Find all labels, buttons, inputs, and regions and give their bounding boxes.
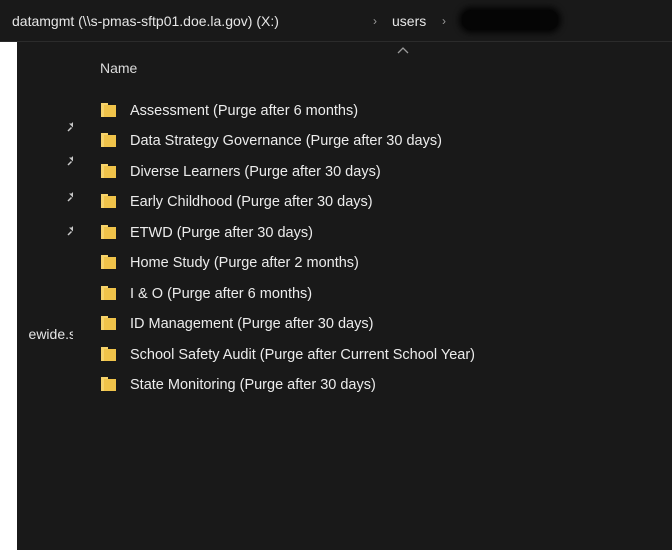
nav-item-partial[interactable]: ewide.s bbox=[0, 326, 73, 342]
folder-row[interactable]: Assessment (Purge after 6 months) bbox=[99, 98, 659, 124]
column-header-name[interactable]: Name bbox=[100, 60, 137, 76]
nav-item-partial-label: ewide.s bbox=[28, 326, 73, 342]
folder-row[interactable]: Diverse Learners (Purge after 30 days) bbox=[99, 159, 659, 185]
folder-row[interactable]: Home Study (Purge after 2 months) bbox=[99, 250, 659, 276]
folder-icon bbox=[101, 164, 116, 178]
folder-name: Assessment (Purge after 6 months) bbox=[130, 103, 359, 119]
breadcrumb-separator-chevron-icon[interactable]: › bbox=[442, 13, 446, 29]
screenshot: datamgmt (\\s-pmas-sftp01.doe.la.gov) (X… bbox=[0, 0, 672, 550]
navigation-pane bbox=[17, 42, 80, 550]
folder-name: Home Study (Purge after 2 months) bbox=[130, 255, 359, 271]
folder-icon bbox=[101, 316, 116, 330]
folder-icon bbox=[101, 347, 116, 361]
folder-name: ID Management (Purge after 30 days) bbox=[130, 316, 374, 332]
redacted-breadcrumb bbox=[462, 10, 558, 30]
folder-name: State Monitoring (Purge after 30 days) bbox=[130, 377, 376, 393]
folder-icon bbox=[101, 377, 116, 391]
folder-icon bbox=[101, 194, 116, 208]
folder-row[interactable]: School Safety Audit (Purge after Current… bbox=[99, 342, 659, 368]
breadcrumb-users[interactable]: users bbox=[392, 13, 426, 29]
folder-icon bbox=[101, 225, 116, 239]
file-list-pane: Name Assessment (Purge after 6 months) D… bbox=[73, 42, 672, 550]
folder-icon bbox=[101, 255, 116, 269]
file-explorer-window: datamgmt (\\s-pmas-sftp01.doe.la.gov) (X… bbox=[0, 0, 672, 550]
folder-row[interactable]: ID Management (Purge after 30 days) bbox=[99, 311, 659, 337]
folder-row[interactable]: State Monitoring (Purge after 30 days) bbox=[99, 372, 659, 398]
folder-row[interactable]: Data Strategy Governance (Purge after 30… bbox=[99, 128, 659, 154]
folder-row[interactable]: ETWD (Purge after 30 days) bbox=[99, 220, 659, 246]
folder-row[interactable]: Early Childhood (Purge after 30 days) bbox=[99, 189, 659, 215]
breadcrumb-separator-chevron-icon[interactable]: › bbox=[373, 13, 377, 29]
chevron-up-icon bbox=[397, 47, 409, 54]
folder-row[interactable]: I & O (Purge after 6 months) bbox=[99, 281, 659, 307]
folder-icon bbox=[101, 103, 116, 117]
nav-pane-edge bbox=[0, 42, 17, 550]
breadcrumb-drive[interactable]: datamgmt (\\s-pmas-sftp01.doe.la.gov) (X… bbox=[12, 13, 279, 29]
address-bar[interactable]: datamgmt (\\s-pmas-sftp01.doe.la.gov) (X… bbox=[0, 0, 672, 42]
folder-name: School Safety Audit (Purge after Current… bbox=[130, 347, 475, 363]
folder-name: Diverse Learners (Purge after 30 days) bbox=[130, 164, 381, 180]
folder-name: Early Childhood (Purge after 30 days) bbox=[130, 194, 373, 210]
folder-icon bbox=[101, 133, 116, 147]
folder-name: I & O (Purge after 6 months) bbox=[130, 286, 313, 302]
folder-name: Data Strategy Governance (Purge after 30… bbox=[130, 133, 442, 149]
folder-name: ETWD (Purge after 30 days) bbox=[130, 225, 313, 241]
folder-icon bbox=[101, 286, 116, 300]
